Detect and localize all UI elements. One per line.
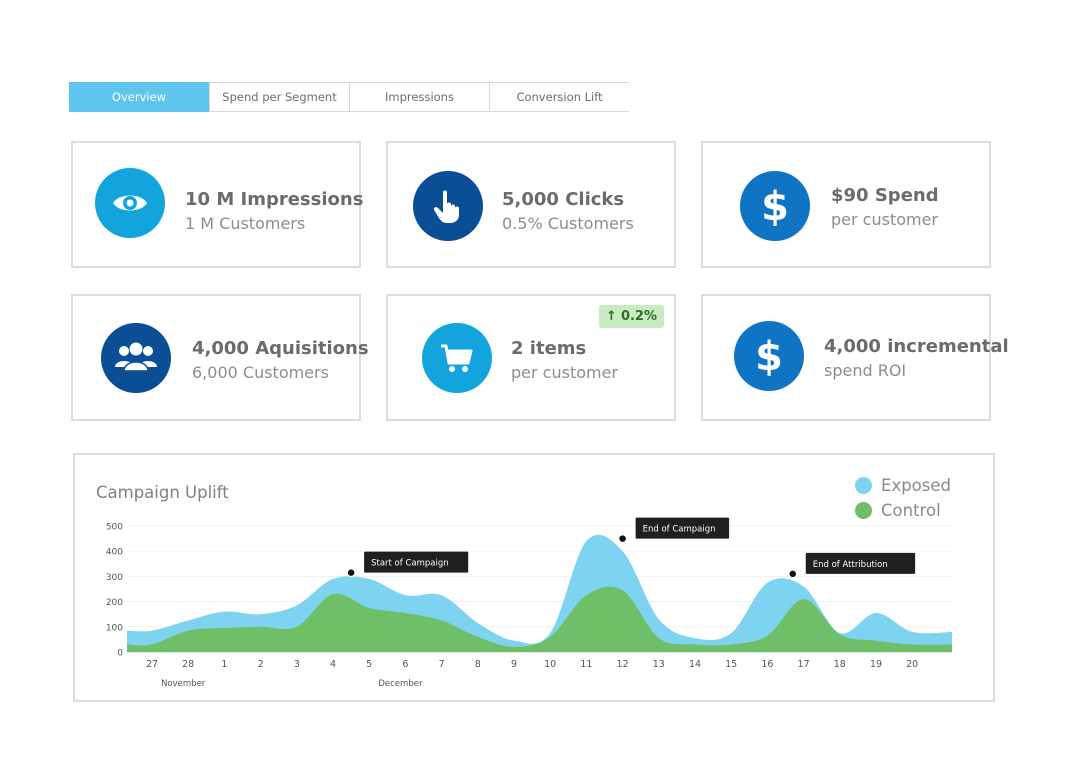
dollar-icon: $	[740, 171, 810, 241]
x-tick-label: 9	[511, 659, 517, 670]
y-tick-label: 0	[117, 649, 123, 659]
x-tick-label: 4	[330, 659, 336, 670]
eye-icon	[95, 168, 165, 238]
x-tick-label: 2	[258, 659, 264, 670]
card-value: 4,000 Aquisitions	[192, 338, 369, 359]
kpi-card-items: ↑ 0.2% 2 items per customer	[386, 294, 676, 421]
users-group-icon	[101, 323, 171, 393]
x-tick-label: 1	[221, 659, 227, 670]
tab-overview[interactable]: Overview	[69, 82, 209, 112]
x-tick-label: 5	[366, 659, 372, 670]
card-subtext: 6,000 Customers	[192, 363, 329, 382]
card-subtext: per customer	[511, 363, 619, 382]
x-tick-label: 27	[146, 659, 158, 670]
badge-value: 0.2%	[620, 309, 657, 324]
annotation-marker	[617, 533, 628, 544]
x-tick-label: 7	[439, 659, 445, 670]
dollar-icon: $	[734, 321, 804, 391]
kpi-card-spend: $ $90 Spend per customer	[701, 141, 991, 268]
x-tick-label: 13	[653, 659, 665, 670]
svg-text:$: $	[755, 334, 783, 378]
x-tick-label: 6	[402, 659, 408, 670]
hand-pointer-icon	[413, 171, 483, 241]
x-tick-label: 8	[475, 659, 481, 670]
campaign-uplift-chart-panel: Campaign Uplift Exposed Control 0 100 200 3…	[73, 453, 995, 702]
x-tick-label: 19	[870, 659, 882, 670]
svg-text:$: $	[761, 184, 789, 228]
tab-bar: Overview Spend per Segment Impressions C…	[69, 82, 632, 113]
x-tick-label: 12	[617, 659, 629, 670]
card-subtext: 1 M Customers	[185, 214, 306, 233]
card-value: $90 Spend	[831, 185, 939, 206]
change-badge: ↑ 0.2%	[599, 305, 664, 328]
card-value: 5,000 Clicks	[502, 189, 625, 210]
x-tick-label: 28	[182, 659, 194, 670]
shopping-cart-icon	[422, 323, 492, 393]
card-value: 10 M Impressions	[185, 189, 364, 210]
y-tick-label: 300	[106, 573, 123, 583]
kpi-card-clicks: 5,000 Clicks 0.5% Customers	[386, 141, 676, 268]
annotation-label: End of Campaign	[643, 525, 716, 535]
annotation-label: End of Attribution	[813, 560, 888, 570]
tab-conversion-lift[interactable]: Conversion Lift	[489, 82, 629, 112]
annotation-marker	[787, 569, 798, 579]
x-tick-label: 20	[906, 659, 918, 670]
tab-impressions[interactable]: Impressions	[349, 82, 489, 112]
kpi-card-incremental: $ 4,000 incremental spend ROI	[701, 294, 1009, 421]
card-subtext: spend ROI	[824, 361, 907, 380]
month-label: December	[378, 679, 423, 689]
y-tick-label: 500	[106, 523, 123, 533]
card-value: 4,000 incremental	[824, 336, 1009, 357]
card-value: 2 items	[511, 338, 587, 359]
x-tick-label: 16	[761, 659, 773, 670]
x-tick-label: 11	[580, 659, 592, 670]
y-tick-label: 400	[106, 548, 123, 558]
arrow-up-icon: ↑	[606, 309, 617, 324]
y-tick-label: 200	[106, 598, 123, 608]
month-label: November	[161, 679, 206, 689]
x-tick-label: 17	[798, 659, 810, 670]
x-tick-label: 14	[689, 659, 701, 670]
annotation-label: Start of Campaign	[371, 559, 449, 569]
y-tick-label: 100	[106, 623, 123, 633]
kpi-card-acquisitions: 4,000 Aquisitions 6,000 Customers	[71, 294, 369, 421]
annotation-marker	[346, 567, 356, 578]
x-tick-label: 18	[834, 659, 846, 670]
x-tick-label: 10	[544, 659, 556, 670]
kpi-card-impressions: 10 M Impressions 1 M Customers	[71, 141, 364, 268]
card-subtext: 0.5% Customers	[502, 214, 634, 233]
area-chart: 010020030040050027 28 1 2 3 4 5 6 7 8 9 10 11 12 13 14 1…	[106, 517, 952, 689]
tab-spend-per-segment[interactable]: Spend per Segment	[209, 82, 349, 112]
x-tick-label: 15	[725, 659, 737, 670]
card-subtext: per customer	[831, 210, 939, 229]
x-tick-label: 3	[294, 659, 300, 670]
